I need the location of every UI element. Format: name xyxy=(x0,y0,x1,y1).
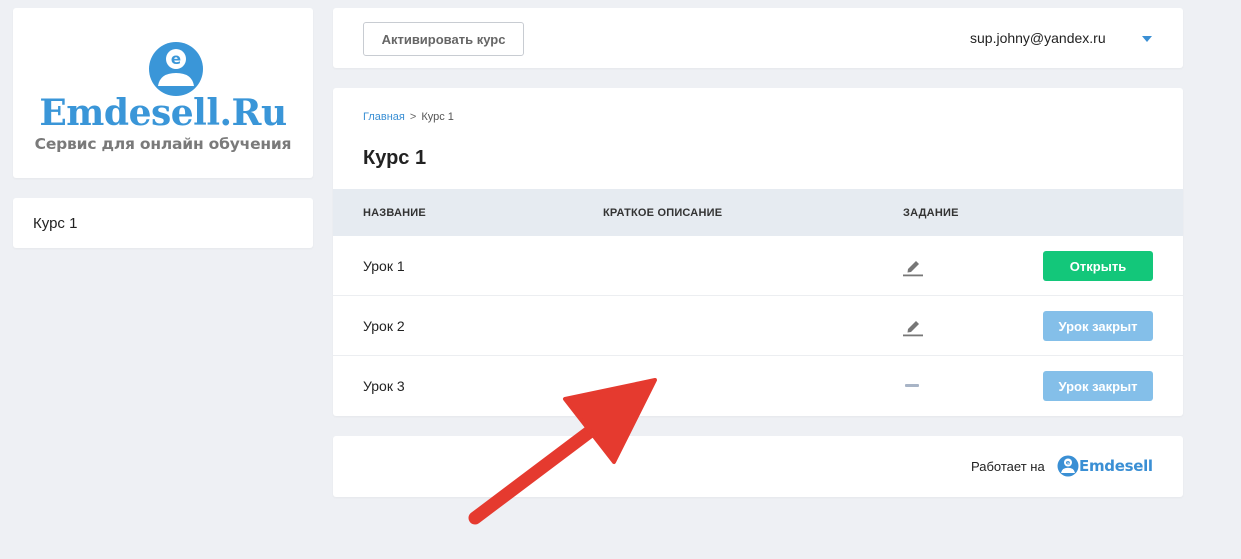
logo-title: Emdesell.Ru xyxy=(39,92,287,134)
page-title: Курс 1 xyxy=(363,147,427,169)
svg-text:e: e xyxy=(171,50,181,68)
svg-text:e: e xyxy=(1066,459,1071,467)
table-row: Урок 3 Урок закрыт xyxy=(333,356,1183,416)
table-row: Урок 2 Урок закрыт xyxy=(333,296,1183,356)
open-lesson-button[interactable]: Открыть xyxy=(1043,251,1153,281)
activate-course-button[interactable]: Активировать курс xyxy=(363,22,524,56)
lesson-name: Урок 3 xyxy=(363,378,405,394)
footer: Работает на e Emdesell xyxy=(333,436,1183,497)
pencil-icon[interactable] xyxy=(903,255,923,277)
caret-down-icon[interactable] xyxy=(1142,36,1152,42)
column-header-description: КРАТКОЕ ОПИСАНИЕ xyxy=(603,207,723,219)
lesson-name: Урок 1 xyxy=(363,258,405,274)
breadcrumb: Главная > Курс 1 xyxy=(363,111,454,123)
table-header: НАЗВАНИЕ КРАТКОЕ ОПИСАНИЕ ЗАДАНИЕ xyxy=(333,189,1183,236)
user-email[interactable]: sup.johny@yandex.ru xyxy=(970,30,1106,46)
sidebar-item-course-1[interactable]: Курс 1 xyxy=(33,215,77,232)
dash-icon xyxy=(905,384,919,387)
course-content: Главная > Курс 1 Курс 1 НАЗВАНИЕ КРАТКОЕ О… xyxy=(333,88,1183,416)
column-header-name: НАЗВАНИЕ xyxy=(363,207,426,219)
breadcrumb-home-link[interactable]: Главная xyxy=(363,111,405,123)
breadcrumb-current: Курс 1 xyxy=(421,111,454,123)
emdesell-logo-icon: e xyxy=(148,40,204,98)
logo-subtitle: Сервис для онлайн обучения xyxy=(34,135,292,153)
breadcrumb-separator: > xyxy=(409,111,417,123)
logo-card: e Emdesell.Ru Сервис для онлайн обучения xyxy=(13,8,313,178)
top-bar: Активировать курс sup.johny@yandex.ru xyxy=(333,8,1183,68)
lesson-closed-button[interactable]: Урок закрыт xyxy=(1043,371,1153,401)
powered-by-text: Работает на xyxy=(971,459,1045,474)
lesson-name: Урок 2 xyxy=(363,318,405,334)
emdesell-footer-logo-icon[interactable]: e xyxy=(1057,455,1079,477)
table-row: Урок 1 Открыть xyxy=(333,236,1183,296)
lesson-closed-button[interactable]: Урок закрыт xyxy=(1043,311,1153,341)
footer-brand-link[interactable]: Emdesell xyxy=(1079,457,1153,475)
column-header-task: ЗАДАНИЕ xyxy=(903,207,959,219)
pencil-icon[interactable] xyxy=(903,315,923,337)
sidebar-nav: Курс 1 xyxy=(13,198,313,248)
